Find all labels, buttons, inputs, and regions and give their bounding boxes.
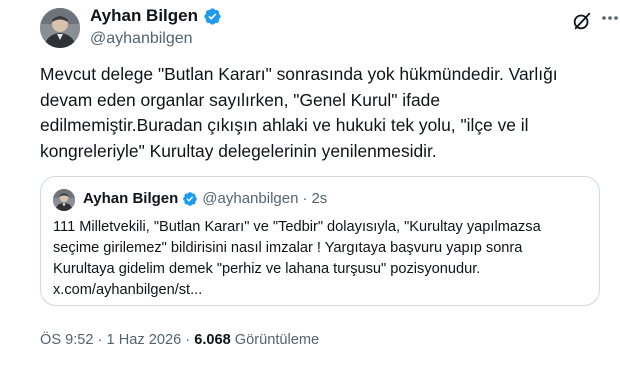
tweet-meta: ÖS 9:52 · 1 Haz 2026 · 6.068 Görüntüleme xyxy=(40,332,319,348)
quoted-text-line: Kurultaya gidelim demek "perhiz ve lahan… xyxy=(53,261,481,277)
views-label: Görüntüleme xyxy=(234,332,320,348)
meta-separator: · xyxy=(97,332,103,348)
views-count: 6.068 xyxy=(194,332,231,348)
quoted-text-link[interactable]: x.com/ayhanbilgen/st... xyxy=(53,280,593,301)
quoted-separator: · xyxy=(302,190,308,207)
quoted-timestamp: 2s xyxy=(311,190,328,207)
author-name-row[interactable]: Ayhan Bilgen xyxy=(90,6,222,26)
tweet-text: Mevcut delege "Butlan Kararı" sonrasında… xyxy=(40,62,620,164)
verified-badge-icon xyxy=(182,191,198,207)
quoted-text-line: seçime girilemez" bildirisini nasıl imza… xyxy=(53,240,523,256)
tweet-time[interactable]: ÖS 9:52 xyxy=(40,332,94,348)
tweet-date[interactable]: 1 Haz 2026 xyxy=(107,332,182,348)
author-avatar[interactable] xyxy=(40,8,80,48)
quoted-author-avatar xyxy=(53,189,75,211)
meta-separator: · xyxy=(185,332,191,348)
more-options-icon[interactable] xyxy=(600,8,620,28)
author-name[interactable]: Ayhan Bilgen xyxy=(90,6,198,26)
quoted-author-name: Ayhan Bilgen xyxy=(83,190,179,207)
tweet-text-line: devam eden organlar sayılırken, "Genel K… xyxy=(40,89,440,110)
tweet-text-line: Mevcut delege "Butlan Kararı" sonrasında… xyxy=(40,64,558,84)
quoted-text-line: 111 Milletvekili, "Butlan Kararı" ve "Te… xyxy=(53,219,541,235)
tweet-text-line: edilmemiştir.Buradan çıkışın ahlaki ve h… xyxy=(40,115,529,135)
quoted-tweet-text: 111 Milletvekili, "Butlan Kararı" ve "Te… xyxy=(53,217,593,301)
verified-badge-icon xyxy=(203,7,222,26)
quoted-author-handle: @ayhanbilgen xyxy=(202,190,299,207)
grok-icon[interactable] xyxy=(571,10,593,32)
tweet-text-line: kongreleriyle" Kurultay delegelerinin ye… xyxy=(40,140,437,161)
quoted-tweet-card[interactable]: Ayhan Bilgen @ayhanbilgen · 2s 111 Mille… xyxy=(40,176,600,306)
author-handle[interactable]: @ayhanbilgen xyxy=(90,30,193,48)
quoted-tweet-header: Ayhan Bilgen @ayhanbilgen · 2s xyxy=(83,190,327,207)
